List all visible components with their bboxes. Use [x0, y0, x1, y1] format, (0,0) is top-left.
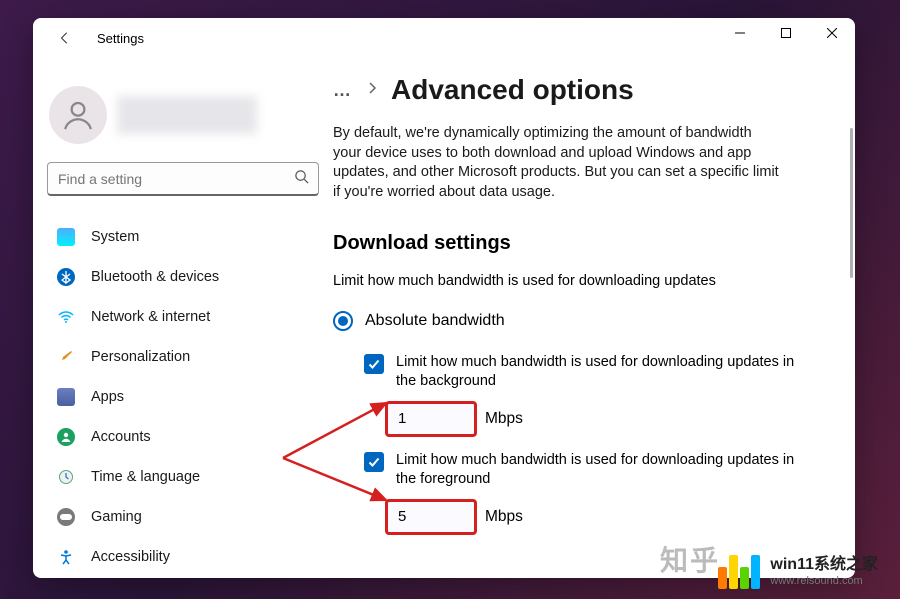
- back-button[interactable]: [49, 22, 81, 54]
- search-wrap: [47, 162, 319, 196]
- close-button[interactable]: [809, 18, 855, 48]
- foreground-limit-block: Limit how much bandwidth is used for dow…: [333, 451, 841, 489]
- radio-label: Absolute bandwidth: [365, 312, 505, 330]
- page-title: Advanced options: [391, 74, 634, 106]
- sidebar-item-bluetooth[interactable]: Bluetooth & devices: [47, 258, 319, 296]
- absolute-bandwidth-radio-row[interactable]: Absolute bandwidth: [333, 311, 841, 331]
- person-icon: [57, 428, 75, 446]
- chevron-right-icon: [367, 81, 377, 100]
- checkbox-bg-label: Limit how much bandwidth is used for dow…: [396, 353, 816, 391]
- window-title: Settings: [97, 31, 144, 46]
- scrollbar[interactable]: [850, 128, 853, 278]
- bg-unit: Mbps: [485, 410, 523, 428]
- sidebar-item-personalization[interactable]: Personalization: [47, 338, 319, 376]
- sidebar-item-label: Accessibility: [91, 549, 170, 565]
- titlebar: Settings: [33, 18, 855, 58]
- minimize-button[interactable]: [717, 18, 763, 48]
- checkbox-fg-label: Limit how much bandwidth is used for dow…: [396, 451, 816, 489]
- maximize-button[interactable]: [763, 18, 809, 48]
- fg-bandwidth-input[interactable]: [385, 499, 477, 535]
- main-content: … Advanced options By default, we're dyn…: [333, 58, 855, 578]
- sidebar: System Bluetooth & devices Network & int…: [33, 58, 333, 578]
- sidebar-item-label: Bluetooth & devices: [91, 269, 219, 285]
- bg-bandwidth-input[interactable]: [385, 401, 477, 437]
- window-controls: [717, 18, 855, 48]
- avatar: [49, 86, 107, 144]
- breadcrumb-more[interactable]: …: [333, 80, 353, 101]
- sidebar-item-gaming[interactable]: Gaming: [47, 498, 319, 536]
- search-icon: [294, 169, 309, 189]
- sidebar-item-accessibility[interactable]: Accessibility: [47, 538, 319, 576]
- sidebar-item-label: Personalization: [91, 349, 190, 365]
- nav: System Bluetooth & devices Network & int…: [47, 218, 319, 576]
- search-input[interactable]: [47, 162, 319, 196]
- watermark-block: win11系统之家 www.relsound.com: [718, 555, 878, 589]
- background-limit-block: Limit how much bandwidth is used for dow…: [333, 353, 841, 391]
- download-settings-heading: Download settings: [333, 232, 841, 255]
- user-block[interactable]: [47, 86, 319, 144]
- gamepad-icon: [57, 508, 75, 526]
- watermark-site-url: www.relsound.com: [770, 576, 878, 587]
- bluetooth-icon: [57, 268, 75, 286]
- wifi-icon: [57, 308, 75, 326]
- sidebar-item-network[interactable]: Network & internet: [47, 298, 319, 336]
- breadcrumb: … Advanced options: [333, 74, 841, 106]
- sidebar-item-apps[interactable]: Apps: [47, 378, 319, 416]
- apps-icon: [57, 388, 75, 406]
- sidebar-item-accounts[interactable]: Accounts: [47, 418, 319, 456]
- bg-input-row: Mbps: [333, 401, 841, 437]
- sidebar-item-label: Apps: [91, 389, 124, 405]
- brush-icon: [57, 348, 75, 366]
- watermark-logo: [718, 555, 760, 589]
- sidebar-item-label: Time & language: [91, 469, 200, 485]
- sidebar-item-label: Gaming: [91, 509, 142, 525]
- accessibility-icon: [57, 548, 75, 566]
- watermark-site-cn: win11系统之家: [770, 557, 878, 573]
- download-settings-subdesc: Limit how much bandwidth is used for dow…: [333, 273, 841, 289]
- radio-icon: [333, 311, 353, 331]
- checkbox-fg[interactable]: [364, 452, 384, 472]
- page-description: By default, we're dynamically optimizing…: [333, 124, 783, 202]
- settings-window: Settings: [33, 18, 855, 578]
- checkbox-bg[interactable]: [364, 354, 384, 374]
- sidebar-item-label: Network & internet: [91, 309, 210, 325]
- sidebar-item-system[interactable]: System: [47, 218, 319, 256]
- sidebar-item-label: Accounts: [91, 429, 151, 445]
- sidebar-item-label: System: [91, 229, 139, 245]
- user-info-blurred: [117, 96, 257, 134]
- sidebar-item-time-language[interactable]: Time & language: [47, 458, 319, 496]
- watermark-zhihu: 知乎: [660, 539, 720, 579]
- fg-unit: Mbps: [485, 508, 523, 526]
- fg-input-row: Mbps: [333, 499, 841, 535]
- system-icon: [57, 228, 75, 246]
- clock-icon: [57, 468, 75, 486]
